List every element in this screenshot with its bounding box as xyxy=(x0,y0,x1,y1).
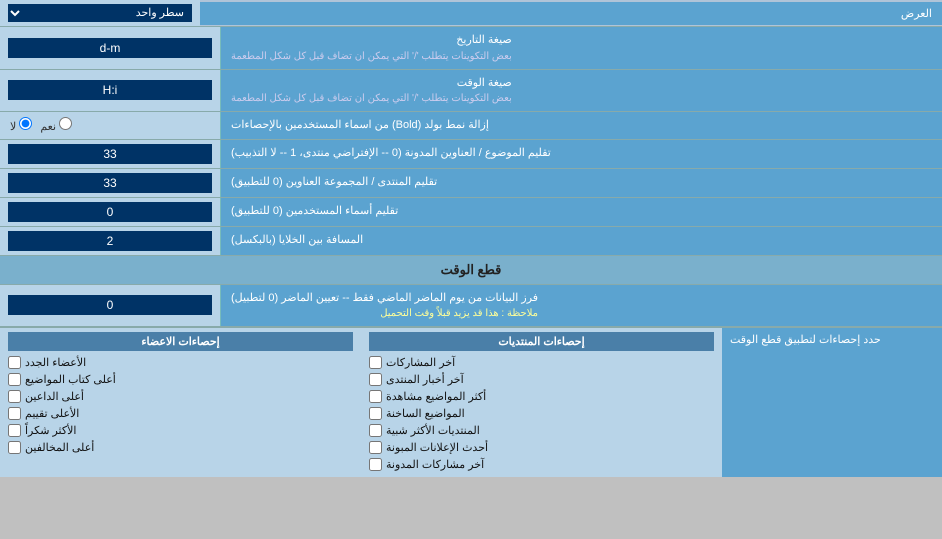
time-cut-input-cell xyxy=(0,285,220,327)
time-cut-input[interactable] xyxy=(8,295,212,315)
spacing-input-cell xyxy=(0,227,220,255)
titles-row: تقليم الموضوع / العناوين المدونة (0 -- ا… xyxy=(0,140,942,169)
spacing-input[interactable] xyxy=(8,231,212,251)
forum-titles-input-cell xyxy=(0,169,220,197)
col1-checkbox-6[interactable] xyxy=(369,441,382,454)
titles-input-cell xyxy=(0,140,220,168)
col2-checkbox-4[interactable] xyxy=(8,407,21,420)
col2-item-3: أعلى الداعين xyxy=(8,388,353,405)
col1-item-6: أحدث الإعلانات المبونة xyxy=(369,439,714,456)
time-format-row: صيغة الوقت بعض التكوينات يتطلب '/' التي … xyxy=(0,70,942,113)
usernames-input[interactable] xyxy=(8,202,212,222)
col1-checkbox-3[interactable] xyxy=(369,390,382,403)
time-cut-label: فرز البيانات من يوم الماضر الماضي فقط --… xyxy=(220,285,942,327)
spacing-row: المسافة بين الخلايا (بالبكسل) xyxy=(0,227,942,256)
stats-apply-label: حدد إحصاءات لتطبيق قطع الوقت xyxy=(722,328,942,477)
time-cut-row: فرز البيانات من يوم الماضر الماضي فقط --… xyxy=(0,285,942,328)
bold-label: إزالة نمط بولد (Bold) من اسماء المستخدمي… xyxy=(220,112,942,139)
date-format-input-cell xyxy=(0,27,220,69)
spacing-label: المسافة بين الخلايا (بالبكسل) xyxy=(220,227,942,255)
col2-item-5: الأكثر شكراً xyxy=(8,422,353,439)
col2-checkbox-6[interactable] xyxy=(8,441,21,454)
col2-item-2: أعلى كتاب المواضيع xyxy=(8,371,353,388)
display-mode-select[interactable]: سطر واحد xyxy=(8,4,192,22)
bold-yes-label: نعم xyxy=(40,117,72,133)
checkboxes-section: حدد إحصاءات لتطبيق قطع الوقت إحصاءات الم… xyxy=(0,327,942,477)
display-mode-row: العرض سطر واحد xyxy=(0,0,942,27)
titles-label: تقليم الموضوع / العناوين المدونة (0 -- ا… xyxy=(220,140,942,168)
usernames-label: تقليم أسماء المستخدمين (0 للتطبيق) xyxy=(220,198,942,226)
col1-item-7: آخر مشاركات المدونة xyxy=(369,456,714,473)
col2-item-1: الأعضاء الجدد xyxy=(8,354,353,371)
col2-checkbox-1[interactable] xyxy=(8,356,21,369)
bold-no-label: لا xyxy=(10,117,32,133)
col1-item-4: المواضيع الساخنة xyxy=(369,405,714,422)
display-mode-select-cell: سطر واحد xyxy=(0,0,200,26)
time-format-input[interactable] xyxy=(8,80,212,100)
col1-item-5: المنتديات الأكثر شبية xyxy=(369,422,714,439)
time-section-header: قطع الوقت xyxy=(0,256,942,284)
checkbox-columns: إحصاءات المنتديات آخر المشاركات آخر أخبا… xyxy=(0,328,722,477)
col2-item-4: الأعلى تقييم xyxy=(8,405,353,422)
display-mode-label: العرض xyxy=(200,2,942,25)
col1-checkbox-2[interactable] xyxy=(369,373,382,386)
col1-item-1: آخر المشاركات xyxy=(369,354,714,371)
date-format-input[interactable] xyxy=(8,38,212,58)
col2: إحصاءات الاعضاء الأعضاء الجدد أعلى كتاب … xyxy=(0,328,361,477)
col1-header: إحصاءات المنتديات xyxy=(369,332,714,351)
forum-titles-row: تقليم المنتدى / المجموعة العناوين (0 للت… xyxy=(0,169,942,198)
col2-checkbox-5[interactable] xyxy=(8,424,21,437)
col2-checkbox-3[interactable] xyxy=(8,390,21,403)
col1-checkbox-7[interactable] xyxy=(369,458,382,471)
bold-radio-cell: نعم لا xyxy=(0,112,220,139)
usernames-row: تقليم أسماء المستخدمين (0 للتطبيق) xyxy=(0,198,942,227)
col1: إحصاءات المنتديات آخر المشاركات آخر أخبا… xyxy=(361,328,722,477)
usernames-input-cell xyxy=(0,198,220,226)
date-format-label: صيغة التاريخ بعض التكوينات يتطلب '/' الت… xyxy=(220,27,942,69)
time-format-input-cell xyxy=(0,70,220,112)
bold-no-radio[interactable] xyxy=(19,117,32,130)
bold-row: إزالة نمط بولد (Bold) من اسماء المستخدمي… xyxy=(0,112,942,140)
col2-checkbox-2[interactable] xyxy=(8,373,21,386)
time-section-row: قطع الوقت xyxy=(0,256,942,285)
col2-header: إحصاءات الاعضاء xyxy=(8,332,353,351)
col2-item-6: أعلى المخالفين xyxy=(8,439,353,456)
time-format-label: صيغة الوقت بعض التكوينات يتطلب '/' التي … xyxy=(220,70,942,112)
bold-yes-radio[interactable] xyxy=(59,117,72,130)
forum-titles-label: تقليم المنتدى / المجموعة العناوين (0 للت… xyxy=(220,169,942,197)
col1-item-3: أكثر المواضيع مشاهدة xyxy=(369,388,714,405)
col1-item-2: آخر أخبار المنتدى xyxy=(369,371,714,388)
forum-titles-input[interactable] xyxy=(8,173,212,193)
date-format-row: صيغة التاريخ بعض التكوينات يتطلب '/' الت… xyxy=(0,27,942,70)
col1-checkbox-1[interactable] xyxy=(369,356,382,369)
col1-checkbox-5[interactable] xyxy=(369,424,382,437)
titles-input[interactable] xyxy=(8,144,212,164)
col1-checkbox-4[interactable] xyxy=(369,407,382,420)
